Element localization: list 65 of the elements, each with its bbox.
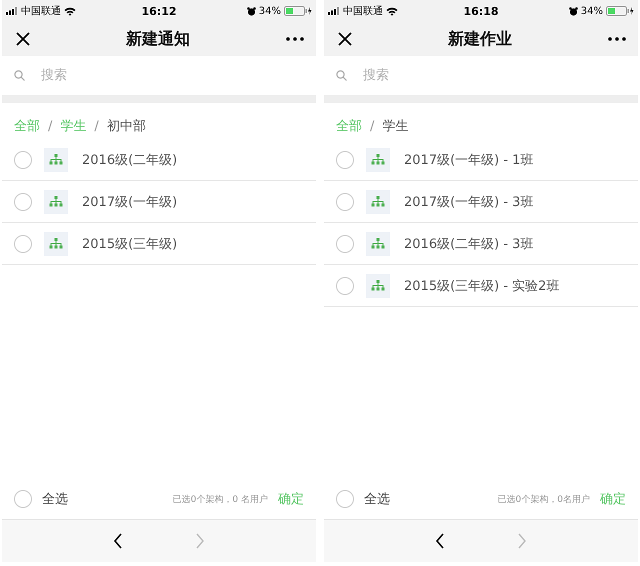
close-icon[interactable] [16,32,30,46]
list-item[interactable]: 2017级(一年级) - 1班 [324,139,638,181]
radio-button[interactable] [336,150,354,168]
battery-icon [606,6,634,16]
org-chart-icon [44,190,68,214]
alarm-icon [246,6,256,16]
radio-button[interactable] [336,234,354,252]
search-field[interactable]: 搜索 [361,67,626,84]
page-title: 新建作业 [448,28,512,50]
class-name: 2017级(一年级) - 1班 [404,152,534,168]
radio-button[interactable] [14,192,32,210]
org-chart-icon [366,274,390,298]
list-item[interactable]: 2017级(一年级) - 3班 [324,181,638,223]
list-item[interactable]: 2017级(一年级) [2,181,316,223]
list-item[interactable]: 2016级(二年级) [2,139,316,181]
radio-button[interactable] [336,192,354,210]
back-icon[interactable] [113,533,123,549]
class-name: 2015级(三年级) - 实验2班 [404,278,560,294]
alarm-icon [568,6,578,16]
org-chart-icon [366,148,390,172]
battery-percent: 34% [258,6,281,16]
back-icon[interactable] [435,533,445,549]
more-icon[interactable] [286,37,304,41]
org-chart-icon [44,148,68,172]
class-name: 2017级(一年级) - 3班 [404,194,534,210]
search-field[interactable]: 搜索 [39,67,304,84]
breadcrumb-separator: / [48,118,52,134]
breadcrumb-separator: / [94,118,99,134]
class-name: 2017级(一年级) [82,194,178,210]
more-icon[interactable] [608,37,626,41]
wifi-icon [386,6,398,16]
forward-icon[interactable] [517,533,527,549]
select-all-label[interactable]: 全选 [42,490,163,508]
org-chart-icon [366,190,390,214]
class-name: 2016级(二年级) - 3班 [404,236,534,252]
clock-time: 16:12 [142,4,176,18]
select-all-label[interactable]: 全选 [364,490,488,508]
battery-icon [284,6,312,16]
breadcrumb-separator: / [370,118,374,134]
list-item[interactable]: 2015级(三年级) - 实验2班 [324,265,638,307]
carrier-name: 中国联通 [343,4,383,18]
list-item[interactable]: 2016级(二年级) - 3班 [324,223,638,265]
signal-icon [328,7,340,15]
signal-icon [6,7,18,15]
list-item[interactable]: 2015级(三年级) [2,223,316,265]
search-icon [14,70,25,81]
radio-button[interactable] [14,234,32,252]
forward-icon[interactable] [195,533,205,549]
org-chart-icon [44,232,68,256]
battery-percent: 34% [580,6,603,16]
close-icon[interactable] [338,32,352,46]
selection-summary: 已选0个架构，0 名用户 [172,494,268,506]
page-title: 新建通知 [126,28,190,50]
clock-time: 16:18 [464,4,498,18]
select-all-radio[interactable] [336,490,354,508]
org-chart-icon [366,232,390,256]
select-all-radio[interactable] [14,490,32,508]
wifi-icon [64,6,76,16]
radio-button[interactable] [336,276,354,294]
radio-button[interactable] [14,150,32,168]
carrier-name: 中国联通 [21,4,61,18]
class-name: 2015级(三年级) [82,236,178,252]
search-icon [336,70,347,81]
selection-summary: 已选0个架构，0名用户 [498,494,590,506]
class-name: 2016级(二年级) [82,152,178,168]
